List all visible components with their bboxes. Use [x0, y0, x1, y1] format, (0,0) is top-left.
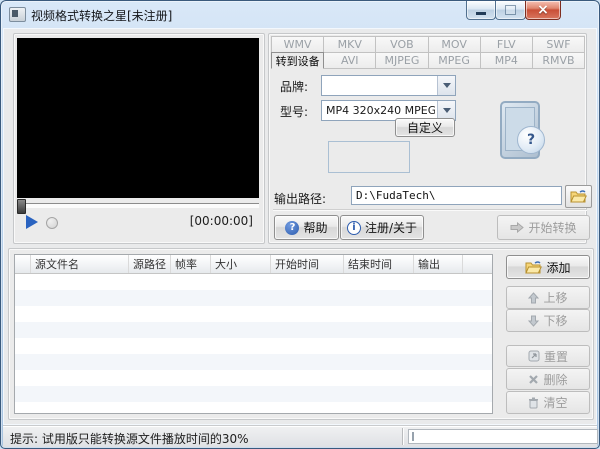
seek-slider-track[interactable]	[17, 203, 259, 208]
progress-bar	[408, 429, 598, 444]
brand-label: 品牌:	[280, 78, 308, 95]
column-source-filename[interactable]: 源文件名	[31, 255, 129, 273]
minimize-icon	[476, 12, 486, 15]
customize-button[interactable]: 自定义	[395, 118, 455, 137]
tab-vob[interactable]: VOB	[375, 36, 428, 53]
register-about-label: 注册/关于	[365, 219, 417, 236]
status-divider	[402, 428, 403, 445]
tab-row-2: 转到设备 AVI MJPEG MPEG MP4 RMVB	[271, 52, 584, 69]
tab-flv[interactable]: FLV	[480, 36, 533, 53]
tab-avi[interactable]: AVI	[323, 52, 376, 69]
brand-select[interactable]	[321, 75, 456, 96]
video-screen	[17, 38, 259, 198]
help-button[interactable]: ? 帮助	[274, 215, 339, 240]
tab-mp4[interactable]: MP4	[480, 52, 533, 69]
file-list-body[interactable]	[15, 274, 492, 413]
model-label: 型号:	[280, 103, 308, 120]
add-folder-icon	[525, 261, 542, 274]
seek-slider-thumb[interactable]	[17, 199, 26, 214]
brand-dropdown-button[interactable]	[437, 76, 455, 95]
chevron-down-icon	[443, 108, 451, 113]
tab-swf[interactable]: SWF	[532, 36, 585, 53]
titlebar[interactable]: 视频格式转换之星[未注册] ×	[0, 0, 600, 28]
model-value: MP4 320x240 MPEG4	[326, 104, 435, 117]
trash-icon	[528, 397, 539, 409]
move-up-label: 上移	[543, 289, 567, 306]
close-button[interactable]: ×	[525, 1, 561, 20]
move-down-button[interactable]: 下移	[506, 309, 590, 332]
app-window: 视频格式转换之星[未注册] × [00:00:00] WMV MKV VOB M…	[0, 0, 600, 449]
table-header: 源文件名 源路径 帧率 大小 开始时间 结束时间 输出	[15, 255, 492, 274]
column-filler	[463, 255, 492, 273]
divider	[273, 209, 587, 211]
column-start-time[interactable]: 开始时间	[271, 255, 344, 273]
register-about-button[interactable]: i 注册/关于	[340, 215, 424, 240]
app-icon	[9, 7, 26, 22]
status-tip: 提示: 试用版只能转换源文件播放时间的30%	[10, 430, 249, 447]
progress-tick	[412, 432, 414, 441]
move-up-button[interactable]: 上移	[506, 286, 590, 309]
column-frame-rate[interactable]: 帧率	[171, 255, 211, 273]
column-end-time[interactable]: 结束时间	[344, 255, 414, 273]
time-display: [00:00:00]	[150, 214, 253, 228]
move-down-label: 下移	[543, 312, 567, 329]
delete-x-icon	[528, 374, 539, 385]
arrow-up-icon	[528, 292, 539, 304]
play-button[interactable]	[26, 215, 38, 229]
maximize-button[interactable]	[495, 1, 526, 20]
client-area: [00:00:00] WMV MKV VOB MOV FLV SWF 转到设备 …	[3, 28, 597, 425]
clear-label: 清空	[543, 394, 567, 411]
maximize-icon	[505, 5, 516, 15]
delete-button[interactable]: 删除	[506, 368, 590, 390]
close-icon: ×	[537, 3, 549, 17]
tab-rmvb[interactable]: RMVB	[532, 52, 585, 69]
help-label: 帮助	[303, 219, 327, 236]
tab-mjpeg[interactable]: MJPEG	[375, 52, 428, 69]
file-table: 源文件名 源路径 帧率 大小 开始时间 结束时间 输出	[14, 254, 493, 414]
start-convert-button[interactable]: 开始转换	[497, 215, 590, 240]
column-selector[interactable]	[15, 255, 31, 273]
window-title: 视频格式转换之星[未注册]	[31, 7, 172, 24]
add-button[interactable]: 添加	[506, 255, 590, 279]
preview-box	[328, 141, 410, 173]
start-convert-label: 开始转换	[528, 219, 576, 236]
tab-wmv[interactable]: WMV	[271, 36, 324, 53]
column-output[interactable]: 输出	[414, 255, 463, 273]
output-path-input[interactable]	[351, 186, 562, 205]
tab-mov[interactable]: MOV	[428, 36, 481, 53]
status-bar: 提示: 试用版只能转换源文件播放时间的30%	[3, 425, 597, 447]
output-path-label: 输出路径:	[274, 190, 326, 207]
minimize-button[interactable]	[466, 1, 496, 20]
column-source-path[interactable]: 源路径	[129, 255, 171, 273]
help-icon: ?	[285, 221, 299, 235]
tab-to-device[interactable]: 转到设备	[271, 52, 324, 69]
arrow-right-icon	[510, 222, 524, 233]
info-icon: i	[347, 221, 361, 235]
window-frame: 视频格式转换之星[未注册] × [00:00:00] WMV MKV VOB M…	[0, 0, 600, 449]
tab-row-1: WMV MKV VOB MOV FLV SWF	[271, 36, 584, 53]
delete-label: 删除	[543, 371, 567, 388]
chevron-down-icon	[443, 83, 451, 88]
stop-button[interactable]	[46, 217, 58, 229]
reset-icon	[528, 350, 540, 362]
reset-button[interactable]: 重置	[506, 345, 590, 367]
arrow-down-icon	[528, 315, 539, 327]
reset-label: 重置	[544, 348, 568, 365]
clear-button[interactable]: 清空	[506, 391, 590, 414]
question-badge-icon: ?	[517, 126, 545, 154]
browse-folder-button[interactable]	[565, 185, 592, 208]
tab-mkv[interactable]: MKV	[323, 36, 376, 53]
tab-mpeg[interactable]: MPEG	[428, 52, 481, 69]
add-label: 添加	[546, 259, 570, 276]
column-size[interactable]: 大小	[211, 255, 271, 273]
open-folder-icon	[570, 190, 587, 203]
